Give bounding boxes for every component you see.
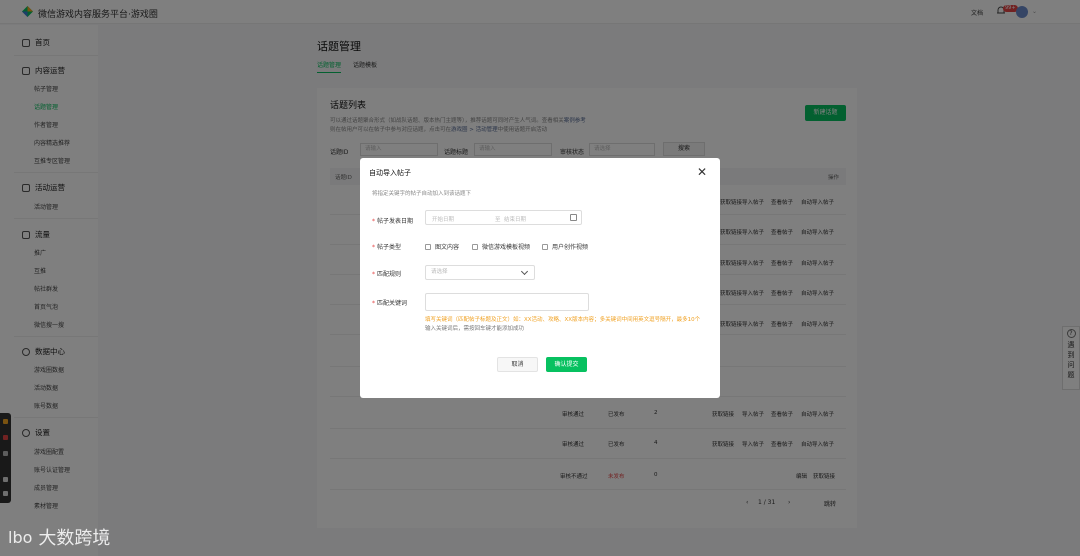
watermark: lbo 大数跨境 bbox=[8, 524, 110, 550]
required-mark: * bbox=[372, 218, 375, 225]
calendar-icon bbox=[570, 214, 577, 221]
select-placeholder: 请选择 bbox=[431, 269, 448, 275]
modal-desc: 将指定关键字的帖子自动加入到该话题下 bbox=[372, 191, 472, 197]
checkbox-user-video[interactable]: 用户创作视频 bbox=[542, 242, 588, 251]
close-icon[interactable]: ✕ bbox=[696, 166, 708, 178]
label-text: 匹配规则 bbox=[377, 271, 402, 278]
date-end[interactable]: 结束日期 bbox=[504, 215, 526, 223]
type-label: * 帖子类型 bbox=[372, 242, 401, 251]
label-text: 帖子类型 bbox=[377, 244, 402, 251]
checkbox-label: 图文内容 bbox=[435, 244, 460, 251]
required-mark: * bbox=[372, 244, 375, 251]
checkbox-image-text[interactable]: 图文内容 bbox=[425, 242, 459, 251]
date-start[interactable]: 开始日期 bbox=[432, 215, 454, 223]
date-label: * 帖子发表日期 bbox=[372, 216, 413, 225]
watermark-logo: lbo bbox=[8, 527, 33, 547]
auto-import-modal: 自动导入帖子 ✕ 将指定关键字的帖子自动加入到该话题下 * 帖子发表日期 开始日期… bbox=[360, 158, 720, 398]
checkbox[interactable] bbox=[472, 243, 478, 250]
cancel-button[interactable]: 取消 bbox=[497, 357, 538, 372]
confirm-button[interactable]: 确认提交 bbox=[546, 357, 587, 372]
keyword-input[interactable] bbox=[425, 293, 589, 311]
label-text: 帖子发表日期 bbox=[377, 218, 414, 225]
label-text: 匹配关键词 bbox=[377, 300, 408, 307]
checkbox[interactable] bbox=[425, 243, 431, 250]
checkbox-template-video[interactable]: 微信游戏模板视频 bbox=[472, 242, 530, 251]
checkbox-label: 用户创作视频 bbox=[552, 244, 589, 251]
watermark-text: 大数跨境 bbox=[38, 528, 111, 549]
date-range-picker[interactable]: 开始日期 至 结束日期 bbox=[425, 210, 582, 225]
keyword-hint-enter: 输入关键词后，需按回车键才能添加成功 bbox=[425, 326, 525, 332]
rule-select[interactable]: 请选择 bbox=[425, 265, 535, 280]
required-mark: * bbox=[372, 300, 375, 307]
required-mark: * bbox=[372, 271, 375, 278]
checkbox[interactable] bbox=[542, 243, 548, 250]
date-separator: 至 bbox=[495, 217, 501, 223]
rule-label: * 匹配规则 bbox=[372, 269, 401, 278]
keyword-label: * 匹配关键词 bbox=[372, 298, 407, 307]
modal-title: 自动导入帖子 bbox=[369, 169, 411, 177]
chevron-down-icon bbox=[520, 267, 529, 276]
checkbox-label: 微信游戏模板视频 bbox=[482, 244, 531, 251]
